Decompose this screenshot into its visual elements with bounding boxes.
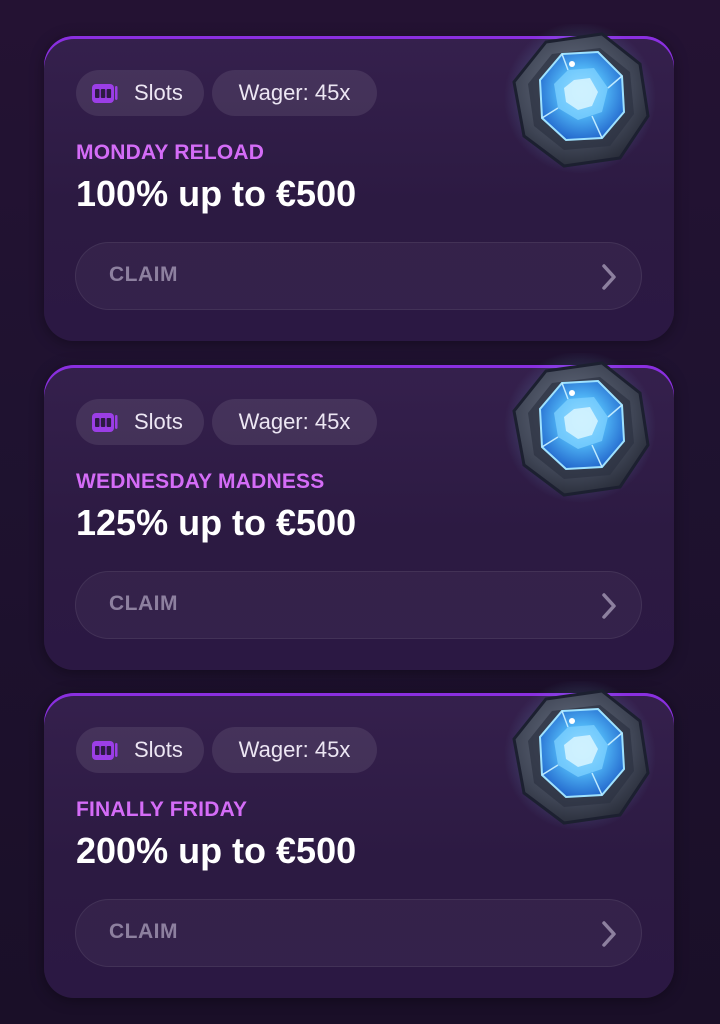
chevron-right-icon bbox=[602, 921, 616, 947]
claim-button[interactable]: CLAIM bbox=[75, 899, 642, 967]
category-chip: Slots bbox=[76, 70, 204, 116]
wager-label: Wager: 45x bbox=[238, 737, 351, 762]
promo-card-finally-friday: Slots Wager: 45x FINALLY FRIDAY 200% up … bbox=[44, 681, 674, 998]
claim-button[interactable]: CLAIM bbox=[75, 242, 642, 310]
promo-card-monday-reload: Slots Wager: 45x MONDAY RELOAD 100% up t… bbox=[44, 24, 674, 341]
slot-machine-icon bbox=[92, 84, 118, 103]
category-chip: Slots bbox=[76, 399, 204, 445]
category-label: Slots bbox=[134, 80, 183, 105]
category-label: Slots bbox=[134, 737, 183, 762]
promo-offer: 200% up to €500 bbox=[76, 830, 357, 871]
promo-offer: 125% up to €500 bbox=[76, 502, 357, 543]
claim-label: CLAIM bbox=[109, 592, 178, 615]
wager-label: Wager: 45x bbox=[238, 409, 351, 434]
claim-label: CLAIM bbox=[109, 263, 178, 286]
blue-gem-icon bbox=[504, 24, 656, 174]
promo-name: MONDAY RELOAD bbox=[76, 141, 265, 164]
blue-gem-icon bbox=[504, 353, 656, 503]
promotions-list: Slots Wager: 45x MONDAY RELOAD 100% up t… bbox=[0, 0, 720, 1024]
chevron-right-icon bbox=[602, 264, 616, 290]
chevron-right-icon bbox=[602, 593, 616, 619]
promo-offer: 100% up to €500 bbox=[76, 173, 357, 214]
wager-chip: Wager: 45x bbox=[212, 727, 377, 773]
promo-name: FINALLY FRIDAY bbox=[76, 798, 248, 821]
slot-machine-icon bbox=[92, 741, 118, 760]
promo-card-wednesday-madness: Slots Wager: 45x WEDNESDAY MADNESS 125% … bbox=[44, 353, 674, 670]
claim-label: CLAIM bbox=[109, 920, 178, 943]
promo-name: WEDNESDAY MADNESS bbox=[76, 470, 325, 493]
wager-chip: Wager: 45x bbox=[212, 399, 377, 445]
claim-button[interactable]: CLAIM bbox=[75, 571, 642, 639]
slot-machine-icon bbox=[92, 413, 118, 432]
wager-chip: Wager: 45x bbox=[212, 70, 377, 116]
blue-gem-icon bbox=[504, 681, 656, 831]
category-label: Slots bbox=[134, 409, 183, 434]
category-chip: Slots bbox=[76, 727, 204, 773]
wager-label: Wager: 45x bbox=[238, 80, 351, 105]
